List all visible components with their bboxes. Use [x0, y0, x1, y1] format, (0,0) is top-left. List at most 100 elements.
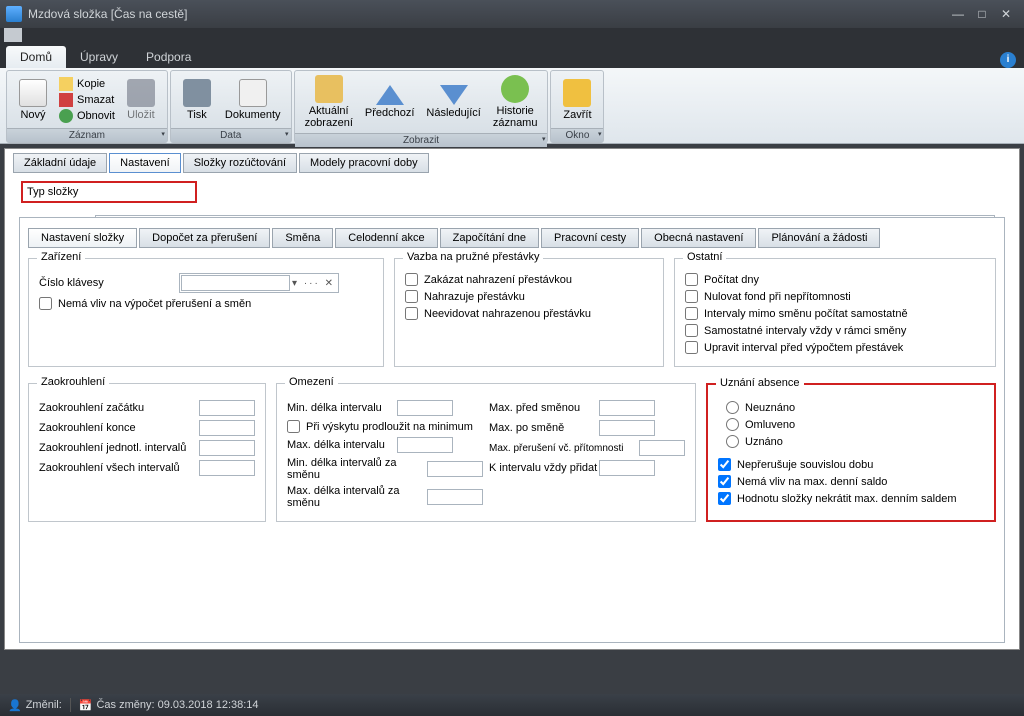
- info-icon[interactable]: i: [1000, 52, 1016, 68]
- quick-access-dropdown[interactable]: [4, 28, 22, 42]
- min-smenu-input[interactable]: [427, 461, 483, 477]
- close-button[interactable]: ✕: [994, 5, 1018, 23]
- nulovat-checkbox[interactable]: [685, 290, 698, 303]
- group-ostatni: Ostatní Počítat dny Nulovat fond při nep…: [674, 258, 996, 367]
- user-icon: 👤: [8, 699, 22, 712]
- ribbon-group-label-okno: Okno: [551, 128, 603, 142]
- cas-zmeny-label: Čas změny: 09.03.2018 12:38:14: [96, 699, 258, 711]
- type-row-highlight: Typ složky: [21, 181, 197, 203]
- group-omezeni: Omezení Min. délka intervalu Při výskytu…: [276, 383, 696, 522]
- sub-tab-dopocet[interactable]: Dopočet za přerušení: [139, 228, 270, 248]
- upravit-checkbox[interactable]: [685, 341, 698, 354]
- new-button[interactable]: Nový: [11, 77, 55, 123]
- combo-buttons[interactable]: ▾ ··· ✕: [290, 278, 337, 289]
- form-tab-modely[interactable]: Modely pracovní doby: [299, 153, 429, 173]
- ribbon: Nový Kopie Smazat Obnovit Uložit Záznam …: [0, 68, 1024, 144]
- statusbar: 👤 Změnil: 📅 Čas změny: 09.03.2018 12:38:…: [0, 694, 1024, 716]
- pocitat-checkbox[interactable]: [685, 273, 698, 286]
- window-title: Mzdová složka [Čas na cestě]: [28, 7, 946, 21]
- nema-vliv-max-checkbox[interactable]: [718, 475, 731, 488]
- next-button[interactable]: Následující: [420, 83, 486, 121]
- calendar-icon: 📅: [79, 699, 93, 712]
- ribbon-group-label-zaznam: Záznam: [7, 128, 167, 142]
- nahrazuje-checkbox[interactable]: [405, 290, 418, 303]
- group-title-omezeni: Omezení: [285, 376, 338, 388]
- intervaly-checkbox[interactable]: [685, 307, 698, 320]
- group-title-uznani: Uznání absence: [716, 377, 804, 389]
- omluveno-radio[interactable]: [726, 418, 739, 431]
- settings-tabs: Nastavení složky Dopočet za přerušení Sm…: [28, 228, 996, 248]
- nema-vliv-label: Nemá vliv na výpočet přerušení a směn: [58, 298, 251, 310]
- previous-button[interactable]: Předchozí: [359, 83, 421, 121]
- form-tabs: Základní údaje Nastavení Složky rozúčtov…: [13, 153, 1011, 173]
- neuznano-radio[interactable]: [726, 401, 739, 414]
- group-title-vazba: Vazba na pružné přestávky: [403, 251, 543, 263]
- cislo-klavesy-input[interactable]: [181, 275, 290, 291]
- menu-tabs: Domů Úpravy Podpora i: [0, 44, 1024, 68]
- sub-tab-pracovni[interactable]: Pracovní cesty: [541, 228, 639, 248]
- save-button[interactable]: Uložit: [119, 77, 163, 123]
- sub-tab-obecna[interactable]: Obecná nastavení: [641, 228, 756, 248]
- refresh-button[interactable]: Obnovit: [55, 108, 119, 124]
- current-view-button[interactable]: Aktuální zobrazení: [299, 73, 359, 131]
- titlebar: Mzdová složka [Čas na cestě] — □ ✕: [0, 0, 1024, 28]
- type-label: Typ složky: [27, 186, 78, 198]
- samostatne-checkbox[interactable]: [685, 324, 698, 337]
- cislo-klavesy-label: Číslo klávesy: [39, 277, 179, 289]
- sub-tab-celodenni[interactable]: Celodenní akce: [335, 228, 437, 248]
- sub-tab-planovani[interactable]: Plánování a žádosti: [758, 228, 880, 248]
- max-po-input[interactable]: [599, 420, 655, 436]
- hodnotu-checkbox[interactable]: [718, 492, 731, 505]
- group-vazba: Vazba na pružné přestávky Zakázat nahraz…: [394, 258, 664, 367]
- zaok-jednotl-input[interactable]: [199, 440, 255, 456]
- group-title-zaokrouhleni: Zaokrouhlení: [37, 376, 109, 388]
- sub-tab-smena[interactable]: Směna: [272, 228, 333, 248]
- pri-vyskytu-checkbox[interactable]: [287, 420, 300, 433]
- history-button[interactable]: Historie záznamu: [487, 73, 544, 131]
- form-area: Základní údaje Nastavení Složky rozúčtov…: [4, 148, 1020, 650]
- group-zarizeni: Zařízení Číslo klávesy ▾ ··· ✕ Nemá vliv…: [28, 258, 384, 367]
- max-delka-input[interactable]: [397, 437, 453, 453]
- cislo-klavesy-combo[interactable]: ▾ ··· ✕: [179, 273, 339, 293]
- restore-button[interactable]: □: [970, 5, 994, 23]
- menu-tab-upravy[interactable]: Úpravy: [66, 46, 132, 68]
- form-tab-slozky[interactable]: Složky rozúčtování: [183, 153, 297, 173]
- documents-button[interactable]: Dokumenty: [219, 77, 287, 123]
- ribbon-group-okno: Zavřít Okno: [550, 70, 604, 143]
- sub-tab-nastaveni-slozky[interactable]: Nastavení složky: [28, 228, 137, 248]
- min-delka-input[interactable]: [397, 400, 453, 416]
- group-uznani-absence: Uznání absence Neuznáno Omluveno Uznáno …: [706, 383, 996, 522]
- ribbon-group-label-zobrazit: Zobrazit: [295, 133, 548, 147]
- zaok-zacatku-input[interactable]: [199, 400, 255, 416]
- close-window-button[interactable]: Zavřít: [555, 77, 599, 123]
- zaok-konce-input[interactable]: [199, 420, 255, 436]
- ribbon-group-label-data: Data: [171, 128, 291, 142]
- copy-button[interactable]: Kopie: [55, 76, 119, 92]
- app-icon: [6, 6, 22, 22]
- max-pred-input[interactable]: [599, 400, 655, 416]
- settings-panel: Nastavení složky Dopočet za přerušení Sm…: [19, 217, 1005, 643]
- max-prer-input[interactable]: [639, 440, 685, 456]
- neprerusuje-checkbox[interactable]: [718, 458, 731, 471]
- zaok-vsech-input[interactable]: [199, 460, 255, 476]
- form-tab-zakladni[interactable]: Základní údaje: [13, 153, 107, 173]
- nema-vliv-checkbox[interactable]: [39, 297, 52, 310]
- print-button[interactable]: Tisk: [175, 77, 219, 123]
- group-title-ostatni: Ostatní: [683, 251, 726, 263]
- form-tab-nastaveni[interactable]: Nastavení: [109, 153, 181, 173]
- ribbon-group-zaznam: Nový Kopie Smazat Obnovit Uložit Záznam: [6, 70, 168, 143]
- menu-tab-domu[interactable]: Domů: [6, 46, 66, 68]
- zakazat-checkbox[interactable]: [405, 273, 418, 286]
- quick-access-strip: [0, 28, 1024, 44]
- ribbon-group-zobrazit: Aktuální zobrazení Předchozí Následující…: [294, 70, 549, 143]
- k-interv-input[interactable]: [599, 460, 655, 476]
- neevidovat-checkbox[interactable]: [405, 307, 418, 320]
- menu-tab-podpora[interactable]: Podpora: [132, 46, 205, 68]
- sub-tab-zapocitani[interactable]: Započítání dne: [440, 228, 539, 248]
- zmenil-label: Změnil:: [26, 699, 62, 711]
- max-smenu-input[interactable]: [427, 489, 483, 505]
- delete-button[interactable]: Smazat: [55, 92, 119, 108]
- uznano-radio[interactable]: [726, 435, 739, 448]
- minimize-button[interactable]: —: [946, 5, 970, 23]
- group-title-zarizeni: Zařízení: [37, 251, 85, 263]
